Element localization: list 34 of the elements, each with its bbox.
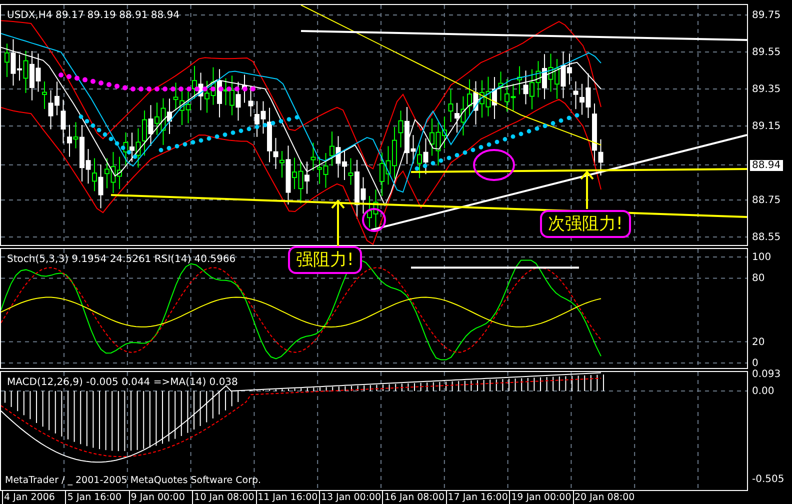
time-axis-label: 9 Jan 00:00 [128,491,192,504]
time-axis-label: 10 Jan 08:00 [192,491,256,504]
time-axis-label: 16 Jan 08:00 [382,491,446,504]
axis-label: 89.55 [752,47,781,58]
axis-label: 89.35 [752,84,781,95]
time-axis-label: 4 Jan 2006 [2,491,66,504]
arrow-icon [331,200,345,246]
axis-label: -0.505 [752,474,784,485]
annotation-callout: 次强阻力! [540,210,631,238]
axis-label: 0.093 [752,369,781,380]
time-axis-label: 11 Jan 16:00 [256,491,319,504]
axis-label: 100 [752,252,772,263]
indicator-header: MACD(12,26,9) -0.005 0.044 =>MA(14) 0.038 [7,376,238,390]
axis-label: 88.75 [752,195,781,206]
annotation-callout: 强阻力! [288,246,362,274]
highlight-ellipse [473,149,515,181]
current-price-label: 88.94 [750,160,783,171]
time-axis-label: 20 Jan 08:00 [572,491,636,504]
copyright-text: MetaTrader / _ 2001-2005 MetaQuotes Software Corp. [5,474,262,488]
axis-label: 88.55 [752,232,781,243]
axis-label: 20 [752,336,765,348]
axis-label: 0.00 [752,386,774,397]
time-axis-label: 17 Jan 16:00 [446,491,510,504]
time-axis-label: 19 Jan 00:00 [509,491,573,504]
axis-label: 89.15 [752,121,781,132]
arrow-icon [580,171,594,209]
time-axis-label: 5 Jan 16:00 [65,491,129,504]
time-axis-label: 13 Jan 00:00 [318,491,382,504]
axis-label: 0 [752,358,758,369]
axis-label: 80 [752,273,765,284]
indicator-header: Stoch(5,3,3) 9.1954 24.5261 RSI(14) 40.5966 [7,253,236,267]
axis-label: 89.75 [752,10,781,21]
chart-header: USDX,H4 89.17 89.19 88.91 88.94 [7,9,180,23]
highlight-circle [362,208,386,232]
